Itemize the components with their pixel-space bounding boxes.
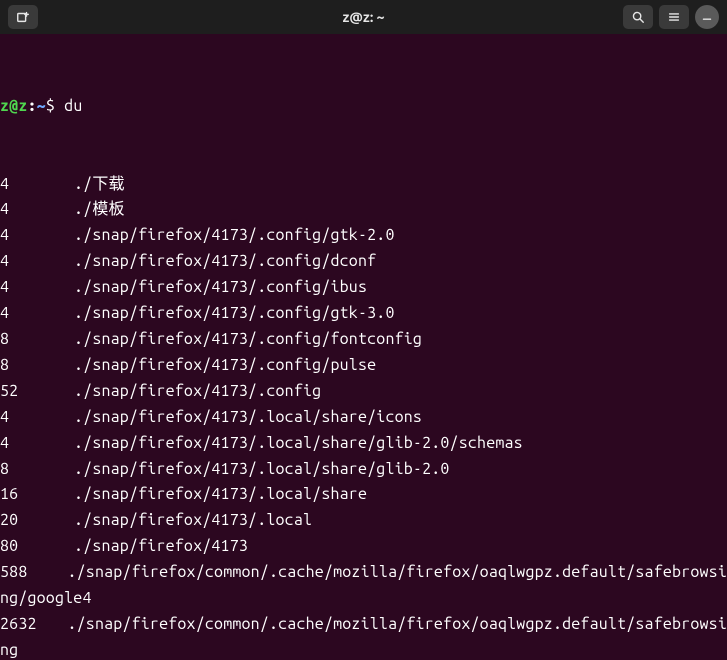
du-path: ./snap/firefox/4173/.config/ibus bbox=[74, 275, 367, 301]
du-size: 4 bbox=[0, 223, 74, 249]
du-row: 52./snap/firefox/4173/.config bbox=[0, 379, 727, 405]
du-path: ./snap/firefox/common/.cache/mozilla/fir… bbox=[67, 560, 727, 586]
du-path: ./snap/firefox/4173/.config/fontconfig bbox=[74, 327, 422, 353]
new-tab-button[interactable] bbox=[8, 5, 38, 29]
prompt-line: z@z:~$ du bbox=[0, 94, 727, 120]
du-row: 16./snap/firefox/4173/.local/share bbox=[0, 482, 727, 508]
du-path: ./模板 bbox=[74, 197, 125, 223]
du-size: 4 bbox=[0, 431, 74, 457]
du-row: 588./snap/firefox/common/.cache/mozilla/… bbox=[0, 560, 727, 586]
du-row: 20./snap/firefox/4173/.local bbox=[0, 508, 727, 534]
du-row: 8./snap/firefox/4173/.config/pulse bbox=[0, 353, 727, 379]
new-tab-icon bbox=[16, 10, 30, 24]
du-row: 8./snap/firefox/4173/.config/fontconfig bbox=[0, 327, 727, 353]
terminal-output[interactable]: z@z:~$ du 4./下载4./模板4./snap/firefox/4173… bbox=[0, 34, 727, 660]
du-path: ./snap/firefox/common/.cache/mozilla/fir… bbox=[67, 612, 727, 638]
du-path: ./snap/firefox/4173/.config/gtk-2.0 bbox=[74, 223, 395, 249]
du-path: ./snap/firefox/4173/.local/share/glib-2.… bbox=[74, 457, 450, 483]
du-path-wrap: ng bbox=[0, 638, 727, 660]
du-size: 4 bbox=[0, 405, 74, 431]
du-path: ./下载 bbox=[74, 172, 125, 198]
du-row: 4./模板 bbox=[0, 197, 727, 223]
du-row: 2632./snap/firefox/common/.cache/mozilla… bbox=[0, 612, 727, 638]
du-row: 4./snap/firefox/4173/.config/dconf bbox=[0, 249, 727, 275]
du-path: ./snap/firefox/4173/.local/share/glib-2.… bbox=[74, 431, 523, 457]
du-path: ./snap/firefox/4173 bbox=[74, 534, 248, 560]
du-path: ./snap/firefox/4173/.local bbox=[74, 508, 312, 534]
prompt-colon: : bbox=[27, 97, 36, 115]
hamburger-menu-button[interactable] bbox=[659, 5, 689, 29]
prompt-dollar: $ bbox=[46, 97, 55, 115]
du-size: 4 bbox=[0, 249, 74, 275]
du-size: 4 bbox=[0, 275, 74, 301]
du-size: 8 bbox=[0, 457, 74, 483]
prompt-userhost: z@z bbox=[0, 97, 27, 115]
du-path: ./snap/firefox/4173/.config bbox=[74, 379, 321, 405]
search-button[interactable] bbox=[623, 5, 653, 29]
du-row: 4./snap/firefox/4173/.config/gtk-2.0 bbox=[0, 223, 727, 249]
prompt-path: ~ bbox=[37, 97, 46, 115]
minimize-icon bbox=[700, 10, 714, 24]
window-title: z@z: ~ bbox=[0, 9, 727, 25]
du-path: ./snap/firefox/4173/.local/share bbox=[74, 482, 367, 508]
titlebar-right-group bbox=[623, 5, 719, 29]
du-row: 4./snap/firefox/4173/.local/share/icons bbox=[0, 405, 727, 431]
du-size: 8 bbox=[0, 327, 74, 353]
du-path: ./snap/firefox/4173/.local/share/icons bbox=[74, 405, 422, 431]
du-path: ./snap/firefox/4173/.config/pulse bbox=[74, 353, 376, 379]
du-row: 4./snap/firefox/4173/.config/gtk-3.0 bbox=[0, 301, 727, 327]
du-size: 80 bbox=[0, 534, 74, 560]
du-row: 8./snap/firefox/4173/.local/share/glib-2… bbox=[0, 457, 727, 483]
command-text: du bbox=[64, 97, 82, 115]
du-size: 4 bbox=[0, 172, 74, 198]
du-size: 588 bbox=[0, 560, 67, 586]
du-row: 80./snap/firefox/4173 bbox=[0, 534, 727, 560]
du-path: ./snap/firefox/4173/.config/gtk-3.0 bbox=[74, 301, 395, 327]
du-row: 4./snap/firefox/4173/.local/share/glib-2… bbox=[0, 431, 727, 457]
du-size: 52 bbox=[0, 379, 74, 405]
du-size: 16 bbox=[0, 482, 74, 508]
window-minimize-button[interactable] bbox=[695, 5, 719, 29]
du-path-wrap: ng/google4 bbox=[0, 586, 727, 612]
titlebar-left-group bbox=[8, 5, 38, 29]
titlebar: z@z: ~ bbox=[0, 0, 727, 34]
search-icon bbox=[631, 10, 645, 24]
du-size: 20 bbox=[0, 508, 74, 534]
du-row: 4./下载 bbox=[0, 172, 727, 198]
du-size: 8 bbox=[0, 353, 74, 379]
du-size: 4 bbox=[0, 197, 74, 223]
du-row: 4./snap/firefox/4173/.config/ibus bbox=[0, 275, 727, 301]
du-size: 2632 bbox=[0, 612, 67, 638]
hamburger-icon bbox=[667, 10, 681, 24]
du-path: ./snap/firefox/4173/.config/dconf bbox=[74, 249, 376, 275]
du-size: 4 bbox=[0, 301, 74, 327]
